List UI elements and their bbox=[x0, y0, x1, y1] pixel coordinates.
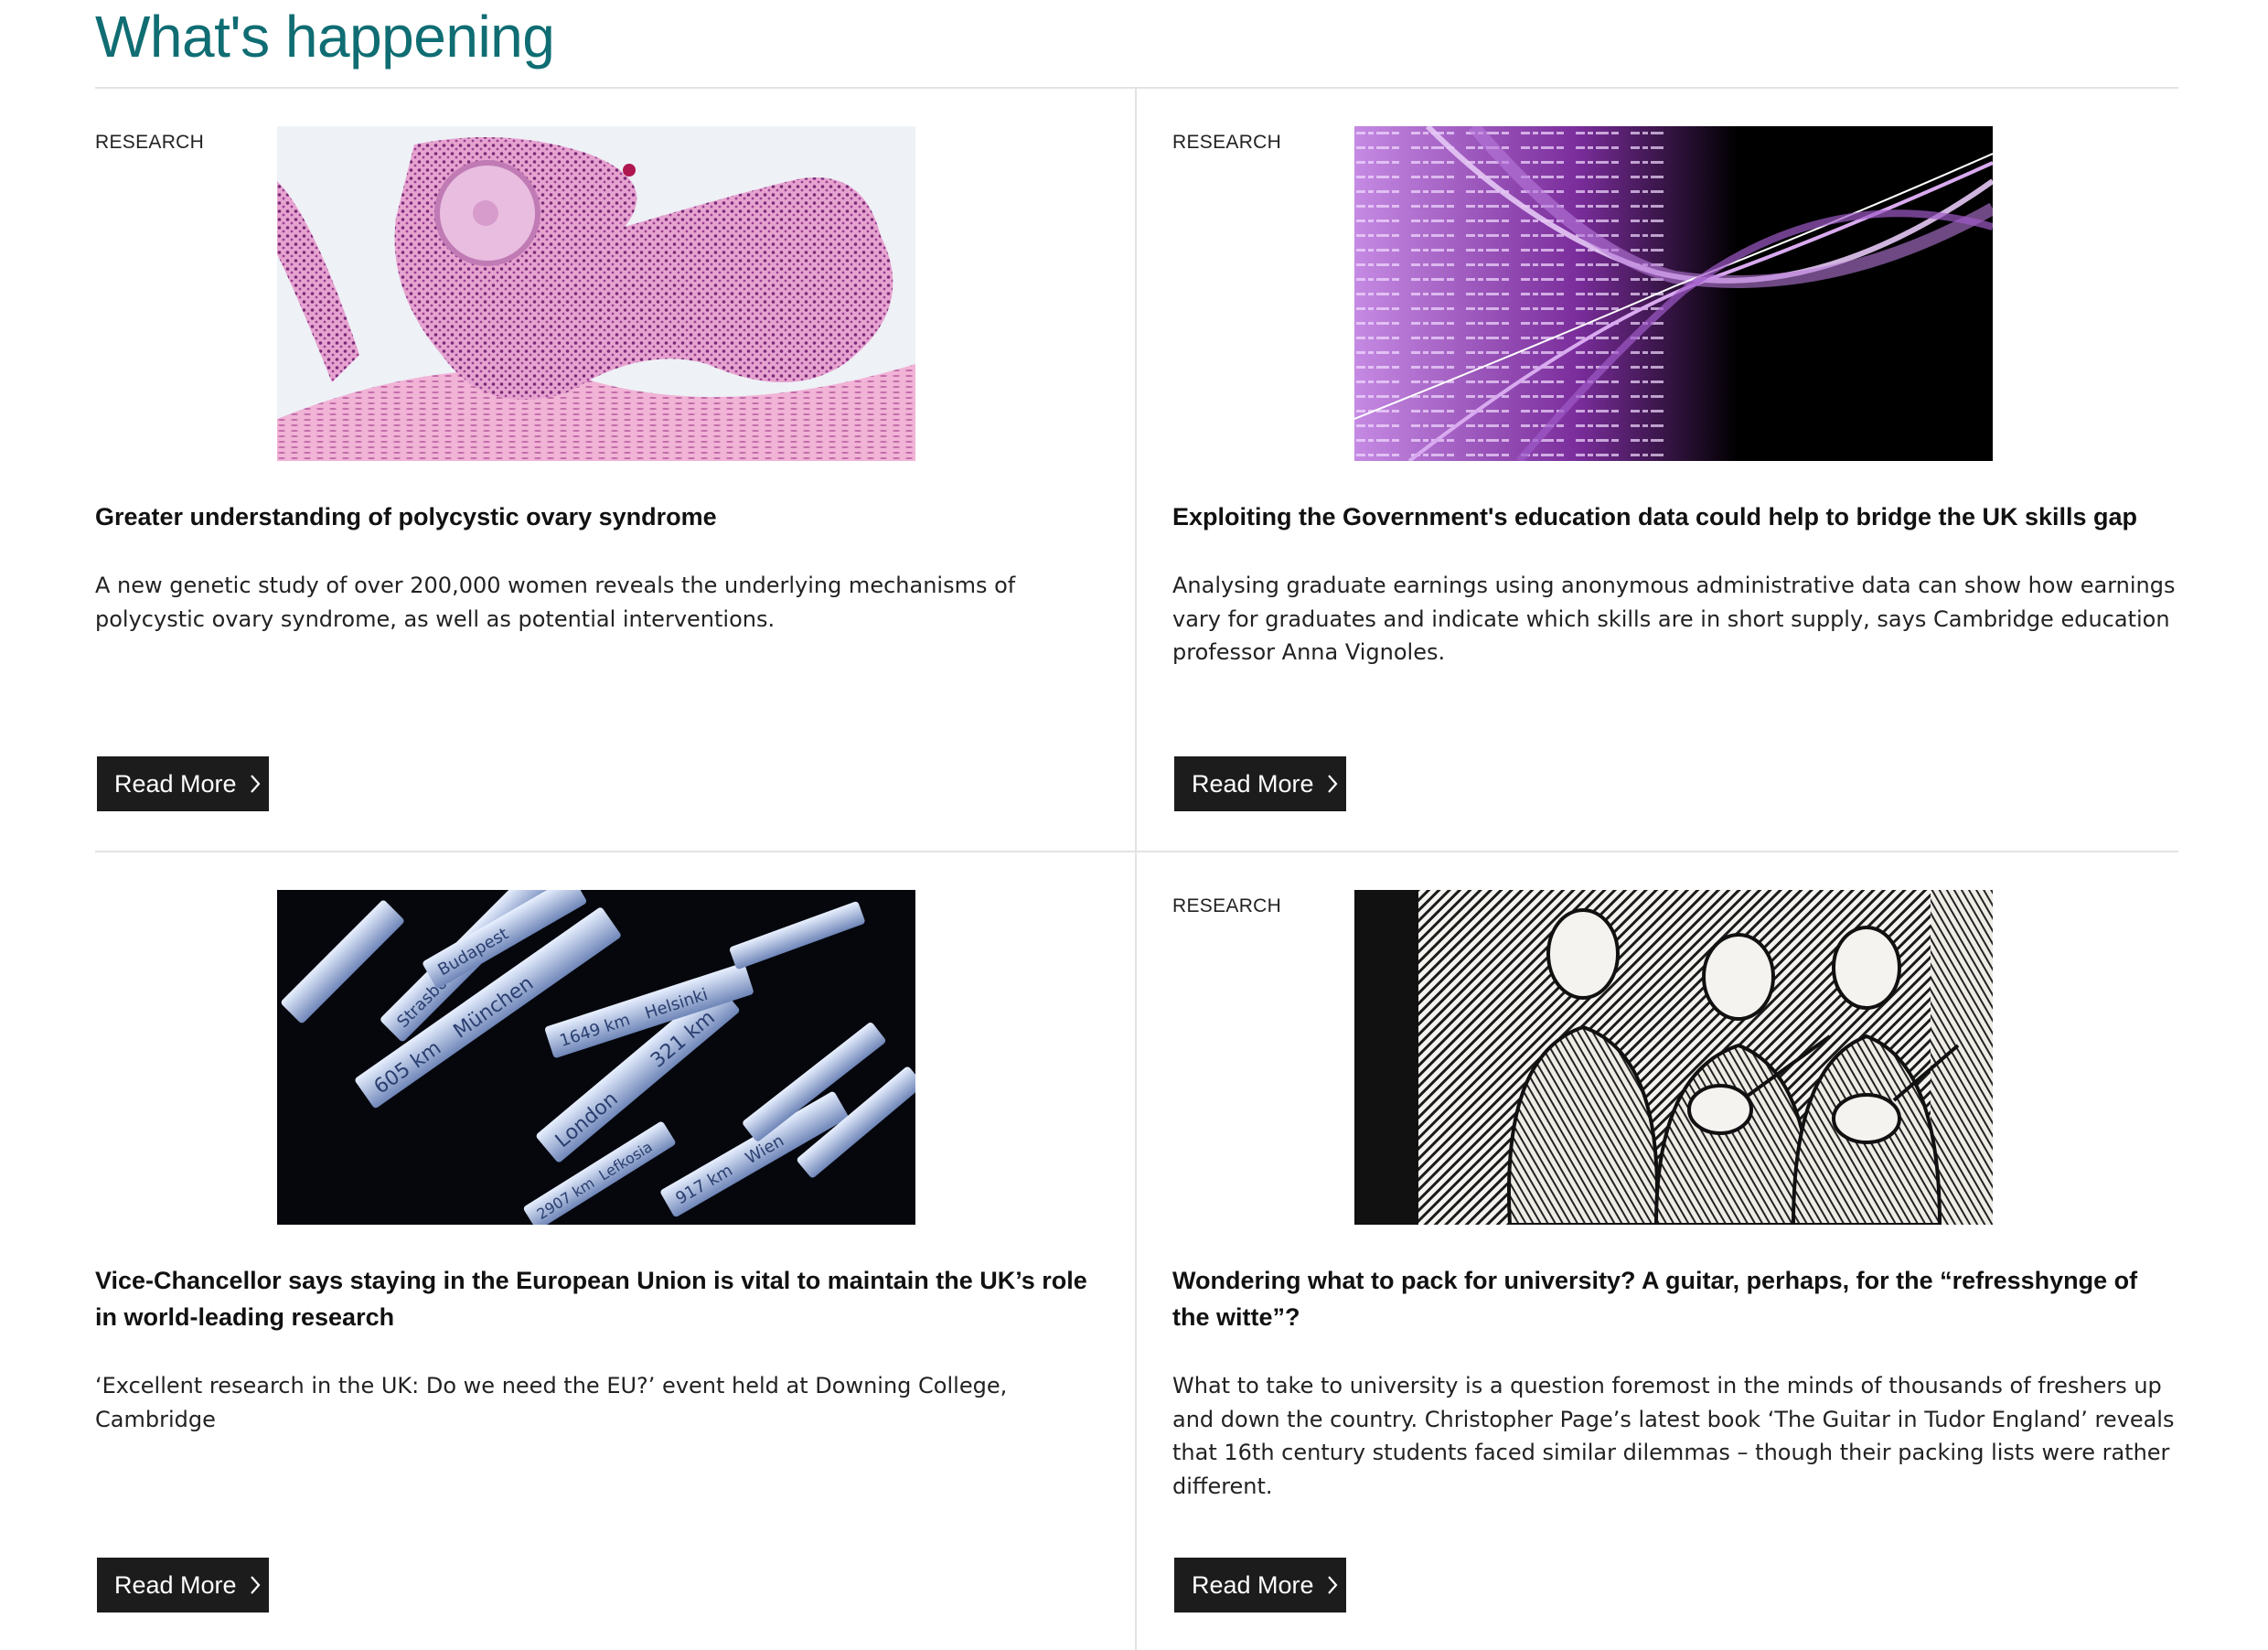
article-summary: Analysing graduate earnings using anonym… bbox=[1172, 573, 2176, 665]
tudor-woodcut-image[interactable] bbox=[1354, 890, 1993, 1225]
category-tag: RESEARCH bbox=[1172, 895, 1282, 916]
article-title[interactable]: Greater understanding of polycystic ovar… bbox=[95, 498, 1101, 535]
chevron-right-icon bbox=[250, 1575, 261, 1595]
read-more-label: Read More bbox=[114, 1570, 237, 1599]
article-title[interactable]: Wondering what to pack for university? A… bbox=[1172, 1262, 2178, 1335]
european-signposts-image[interactable]: 605 km München London 321 km 1649 km Hel… bbox=[277, 890, 915, 1225]
section-heading: What's happening bbox=[95, 4, 555, 70]
read-more-label: Read More bbox=[1192, 1570, 1314, 1599]
read-more-label: Read More bbox=[1192, 769, 1314, 798]
read-more-button[interactable]: Read More bbox=[97, 1558, 269, 1612]
row-divider bbox=[95, 851, 2178, 852]
chevron-right-icon bbox=[1327, 774, 1338, 794]
category-tag: RESEARCH bbox=[1172, 132, 1282, 153]
read-more-label: Read More bbox=[114, 769, 237, 798]
read-more-button[interactable]: Read More bbox=[97, 756, 269, 811]
chevron-right-icon bbox=[1327, 1575, 1338, 1595]
article-summary: What to take to university is a question… bbox=[1172, 1373, 2175, 1499]
article-title[interactable]: Vice-Chancellor says staying in the Euro… bbox=[95, 1262, 1101, 1335]
read-more-button[interactable]: Read More bbox=[1174, 756, 1346, 811]
article-summary: ‘Excellent research in the UK: Do we nee… bbox=[95, 1373, 1008, 1432]
read-more-button[interactable]: Read More bbox=[1174, 1558, 1346, 1612]
category-tag: RESEARCH bbox=[95, 132, 205, 153]
article-summary: A new genetic study of over 200,000 wome… bbox=[95, 573, 1016, 632]
article-title[interactable]: Exploiting the Government's education da… bbox=[1172, 498, 2178, 535]
data-streams-image[interactable] bbox=[1354, 126, 1993, 461]
top-divider bbox=[95, 87, 2178, 89]
column-divider bbox=[1135, 89, 1137, 1650]
chevron-right-icon bbox=[250, 774, 261, 794]
histology-tissue-image[interactable] bbox=[277, 126, 915, 461]
